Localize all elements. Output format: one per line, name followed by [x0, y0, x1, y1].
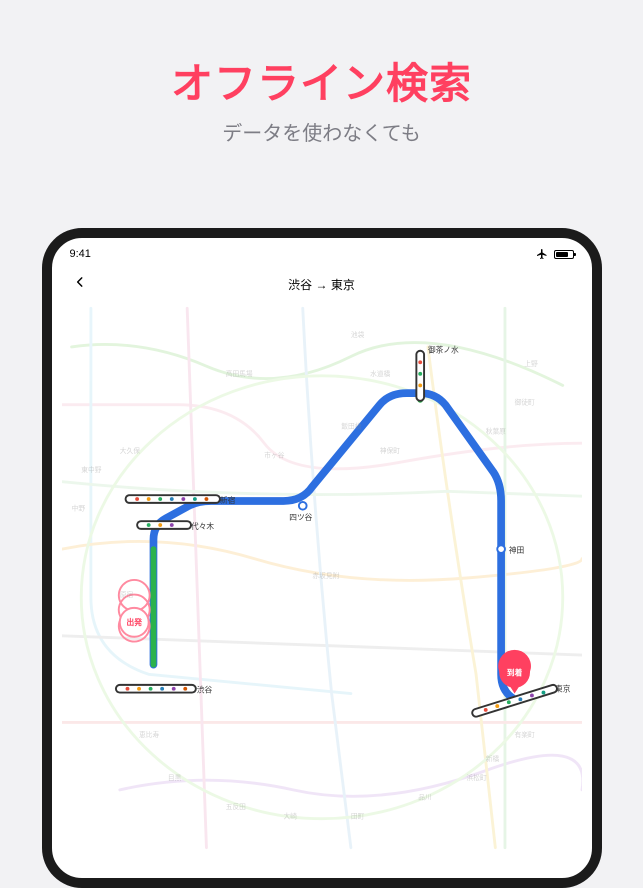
depart-pin[interactable]: 出発 — [118, 580, 149, 642]
svg-text:中野: 中野 — [71, 504, 85, 513]
svg-text:御徒町: 御徒町 — [514, 398, 534, 407]
label-ochanomizu: 御茶ノ水 — [427, 345, 458, 355]
svg-text:品川: 品川 — [418, 793, 431, 801]
station-hub-shibuya[interactable]: 渋谷 — [119, 685, 212, 695]
svg-text:赤坂見附: 赤坂見附 — [312, 571, 339, 580]
svg-text:浜松町: 浜松町 — [466, 773, 486, 782]
svg-text:大崎: 大崎 — [283, 812, 297, 821]
svg-text:神保町: 神保町 — [379, 446, 399, 455]
svg-text:目黒: 目黒 — [167, 774, 181, 782]
promo-title: オフライン検索 — [0, 50, 643, 111]
svg-text:高田馬場: 高田馬場 — [225, 369, 252, 378]
svg-text:田町: 田町 — [350, 813, 364, 821]
subway-map[interactable]: 新宿 代々木 渋谷 — [62, 298, 582, 858]
svg-text:原宿: 原宿 — [119, 590, 133, 599]
svg-text:水道橋: 水道橋 — [370, 369, 390, 378]
station-hub-yoyogi[interactable]: 代々木 — [140, 521, 213, 531]
station-kanda[interactable]: 神田 — [497, 545, 524, 555]
svg-text:恵比寿: 恵比寿 — [139, 730, 159, 739]
status-bar: 9:41 — [62, 246, 582, 270]
label-kanda: 神田 — [508, 545, 523, 555]
battery-icon — [554, 250, 574, 259]
label-shinjuku: 新宿 — [219, 495, 235, 505]
svg-text:五反田: 五反田 — [225, 802, 245, 811]
chevron-left-icon — [73, 275, 87, 289]
station-yotsuya[interactable]: 四ツ谷 — [289, 502, 312, 522]
promo-subtitle: データを使わなくても — [0, 117, 643, 146]
label-yotsuya: 四ツ谷 — [289, 513, 312, 522]
svg-text:上野: 上野 — [524, 359, 538, 368]
svg-text:大久保: 大久保 — [119, 446, 139, 455]
svg-text:池袋: 池袋 — [350, 330, 364, 339]
status-time: 9:41 — [70, 248, 91, 260]
svg-text:有楽町: 有楽町 — [514, 730, 534, 739]
station-hub-tokyo[interactable]: 東京 — [476, 684, 571, 713]
svg-text:秋葉原: 秋葉原 — [485, 427, 505, 436]
device-frame: 9:41 渋谷 → 東京 — [42, 228, 602, 888]
depart-pin-label: 出発 — [126, 617, 142, 627]
station-hub-ochanomizu[interactable]: 御茶ノ水 — [418, 345, 459, 397]
label-yoyogi: 代々木 — [191, 521, 214, 531]
svg-text:東中野: 東中野 — [81, 465, 101, 474]
label-shibuya: 渋谷 — [196, 685, 212, 695]
nav-header: 渋谷 → 東京 — [62, 270, 582, 298]
svg-text:飯田橋: 飯田橋 — [341, 422, 361, 431]
airplane-mode-icon — [536, 248, 548, 260]
route-title: 渋谷 → 東京 — [288, 276, 355, 293]
svg-text:市ヶ谷: 市ヶ谷 — [264, 451, 284, 460]
label-tokyo: 東京 — [555, 684, 571, 694]
arrive-pin-label: 到着 — [506, 667, 522, 677]
svg-text:新橋: 新橋 — [485, 754, 499, 763]
back-button[interactable] — [68, 270, 92, 294]
station-hub-shinjuku[interactable]: 新宿 — [129, 495, 235, 505]
